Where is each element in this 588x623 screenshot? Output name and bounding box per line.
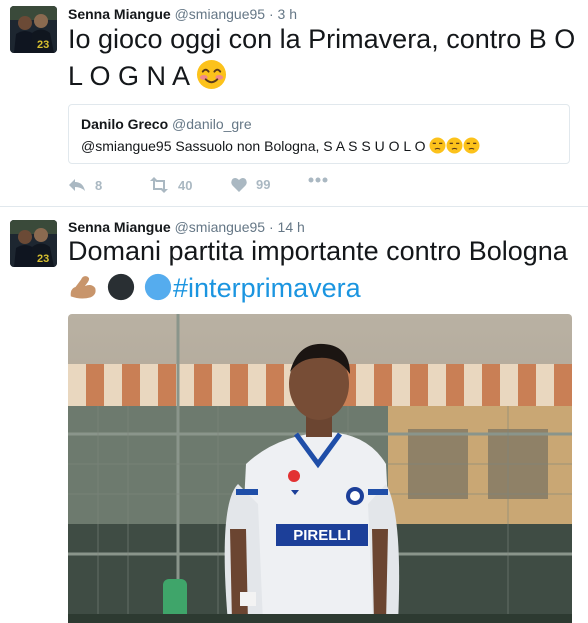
quoted-header: Danilo Greco @danilo_gre <box>81 116 252 132</box>
hashtag-link[interactable]: #interprimavera <box>173 273 361 303</box>
tweet-text: Io gioco oggi con la Primavera, contro B… <box>68 21 583 95</box>
quoted-author-handle: @danilo_gre <box>172 116 252 132</box>
tweet-text-line: L O G N A <box>68 61 189 91</box>
tweet[interactable]: 23 Senna Miangue @smiangue95 · 14 h Doma… <box>0 207 588 623</box>
tweet-text-line-2: L O G N A <box>68 58 583 95</box>
quoted-text-body: @smiangue95 Sassuolo non Bologna, S A S … <box>81 138 426 154</box>
quoted-author-name: Danilo Greco <box>81 116 169 132</box>
tweet-photo[interactable]: PIRELLI <box>68 314 572 623</box>
more-dots-icon <box>308 177 328 183</box>
unamused-face-emoji-icon <box>429 137 446 154</box>
shirt-sponsor-text: PIRELLI <box>293 527 351 544</box>
avatar[interactable]: 23 <box>10 220 57 267</box>
tweet-text: Domani partita importante contro Bologna… <box>68 233 583 307</box>
svg-text:23: 23 <box>37 39 49 51</box>
avatar[interactable]: 23 <box>10 6 57 53</box>
flexed-biceps-emoji-icon <box>70 276 96 299</box>
more-button[interactable] <box>308 177 328 183</box>
player-photo-icon: PIRELLI <box>68 314 572 623</box>
retweet-button[interactable]: 40 <box>149 177 192 193</box>
separator: · <box>268 6 274 22</box>
black-circle-emoji-icon <box>107 273 134 301</box>
like-button[interactable]: 99 <box>231 177 270 192</box>
unamused-face-emoji-icon <box>463 137 480 154</box>
retweet-count: 40 <box>178 177 193 193</box>
svg-text:23: 23 <box>37 253 49 265</box>
blue-circle-emoji-icon <box>144 273 172 301</box>
tweet-text-line-2: #interprimavera <box>68 270 583 307</box>
author-handle[interactable]: @smiangue95 <box>175 6 266 22</box>
tweet[interactable]: 23 Senna Miangue @smiangue95 · 3 h Io gi… <box>0 0 588 207</box>
retweet-icon <box>150 177 168 193</box>
smiling-face-emoji-icon <box>197 59 227 90</box>
tweet-actions: 8 40 99 <box>68 177 368 197</box>
tweet-text-line: Domani partita importante contro Bologna <box>68 236 568 266</box>
author-name[interactable]: Senna Miangue <box>68 6 171 22</box>
tweet-text-line: Io gioco oggi con la Primavera, contro B… <box>68 24 576 54</box>
quoted-text: @smiangue95 Sassuolo non Bologna, S A S … <box>81 137 480 154</box>
tweet-time[interactable]: 3 h <box>278 6 297 22</box>
reply-icon <box>69 179 85 191</box>
reply-button[interactable]: 8 <box>68 177 102 193</box>
heart-icon <box>231 177 247 192</box>
like-count: 99 <box>256 177 271 192</box>
reply-count: 8 <box>95 177 103 193</box>
quoted-tweet[interactable]: Danilo Greco @danilo_gre @smiangue95 Sas… <box>68 104 570 164</box>
unamused-face-emoji-icon <box>446 137 463 154</box>
